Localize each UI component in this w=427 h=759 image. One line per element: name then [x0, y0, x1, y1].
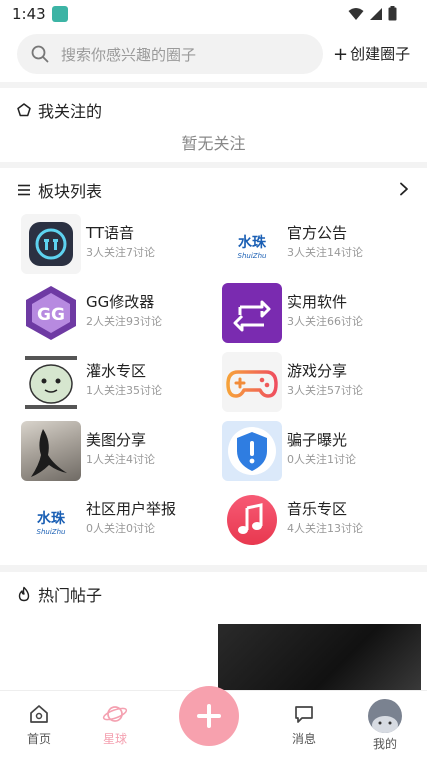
plus-icon: +	[333, 44, 349, 65]
svg-text:GG: GG	[37, 305, 65, 325]
menu-icon	[18, 184, 30, 196]
hot-posts-title: 热门帖子	[38, 586, 103, 605]
tab-messages[interactable]: 消息	[289, 703, 319, 747]
board-stats: 3人关注14讨论	[287, 246, 363, 259]
create-circle-label: 创建圈子	[350, 45, 411, 63]
following-section: 我关注的 暂无关注	[0, 88, 427, 162]
following-title: 我关注的	[38, 102, 103, 121]
board-name: 灌水专区	[86, 362, 147, 380]
avatar-icon	[368, 699, 402, 733]
pentagon-icon	[17, 103, 31, 117]
sticker-meme-icon	[21, 352, 81, 412]
board-stats: 1人关注4讨论	[86, 453, 155, 466]
tab-messages-label: 消息	[291, 732, 316, 746]
search-icon	[31, 45, 49, 63]
bottom-tab-bar: 首页 星球 消息 我的	[0, 686, 427, 759]
tab-profile-label: 我的	[372, 737, 397, 751]
board-stats: 3人关注66讨论	[287, 315, 363, 328]
app-notification-icon	[52, 6, 68, 22]
signal-icon	[370, 7, 382, 20]
board-stats: 1人关注35讨论	[86, 384, 162, 397]
hot-post-thumbnail[interactable]	[218, 624, 421, 692]
board-name: TT语音	[86, 224, 135, 242]
tab-home[interactable]: 首页	[24, 703, 54, 747]
system-icons	[348, 6, 397, 21]
shuizhu-logo: 水珠 ShuiZhu	[21, 490, 81, 550]
board-stats: 0人关注1讨论	[287, 453, 356, 466]
photo-thumbnail	[21, 421, 81, 481]
status-time: 1:43	[12, 5, 46, 23]
chevron-right-icon[interactable]	[399, 182, 409, 196]
tab-profile[interactable]: 我的	[366, 699, 404, 752]
tab-home-label: 首页	[26, 732, 51, 746]
message-icon	[295, 706, 313, 723]
board-stats: 3人关注7讨论	[86, 246, 155, 259]
battery-icon	[388, 6, 397, 21]
home-icon	[30, 705, 48, 723]
boards-section: 板块列表 TT语音 3人关注7讨论 水珠 ShuiZhu 官方公告 3人关注14…	[0, 168, 427, 565]
board-name: 游戏分享	[287, 362, 348, 380]
create-circle-button[interactable]: + 创建圈子	[333, 43, 411, 65]
tt-voice-icon	[21, 214, 81, 274]
following-header: 我关注的	[16, 98, 102, 122]
boards-title: 板块列表	[38, 182, 103, 201]
board-name: 美图分享	[86, 431, 147, 449]
board-name: GG修改器	[86, 293, 155, 311]
board-stats: 3人关注57讨论	[287, 384, 363, 397]
shield-alert-icon	[222, 421, 282, 481]
board-name: 骗子曝光	[287, 431, 348, 449]
board-name: 音乐专区	[287, 500, 348, 518]
hot-posts-section: 热门帖子	[0, 572, 427, 692]
board-stats: 2人关注93讨论	[86, 315, 162, 328]
search-input[interactable]: 搜索你感兴趣的圈子	[17, 34, 323, 74]
boards-header: 板块列表	[16, 178, 102, 202]
wifi-icon	[348, 7, 364, 20]
search-placeholder: 搜索你感兴趣的圈子	[61, 46, 197, 64]
board-name: 社区用户举报	[86, 500, 177, 518]
tab-planet[interactable]: 星球	[100, 703, 130, 747]
status-bar: 1:43	[0, 0, 427, 28]
following-empty-text: 暂无关注	[181, 134, 246, 153]
music-note-icon	[222, 490, 282, 550]
search-header: 搜索你感兴趣的圈子 + 创建圈子	[0, 28, 427, 82]
board-name: 实用软件	[287, 293, 348, 311]
board-name: 官方公告	[287, 224, 348, 242]
hot-posts-header: 热门帖子	[16, 582, 102, 606]
gamepad-icon	[222, 352, 282, 412]
board-stats: 4人关注13讨论	[287, 522, 363, 535]
gg-modifier-icon: GG	[21, 283, 81, 343]
fire-icon	[18, 586, 30, 602]
create-post-button[interactable]	[179, 686, 239, 746]
tab-planet-label: 星球	[102, 732, 127, 746]
shuizhu-logo: 水珠 ShuiZhu	[222, 214, 282, 274]
board-stats: 0人关注0讨论	[86, 522, 155, 535]
swap-arrows-icon	[222, 283, 282, 343]
planet-icon	[102, 706, 128, 722]
